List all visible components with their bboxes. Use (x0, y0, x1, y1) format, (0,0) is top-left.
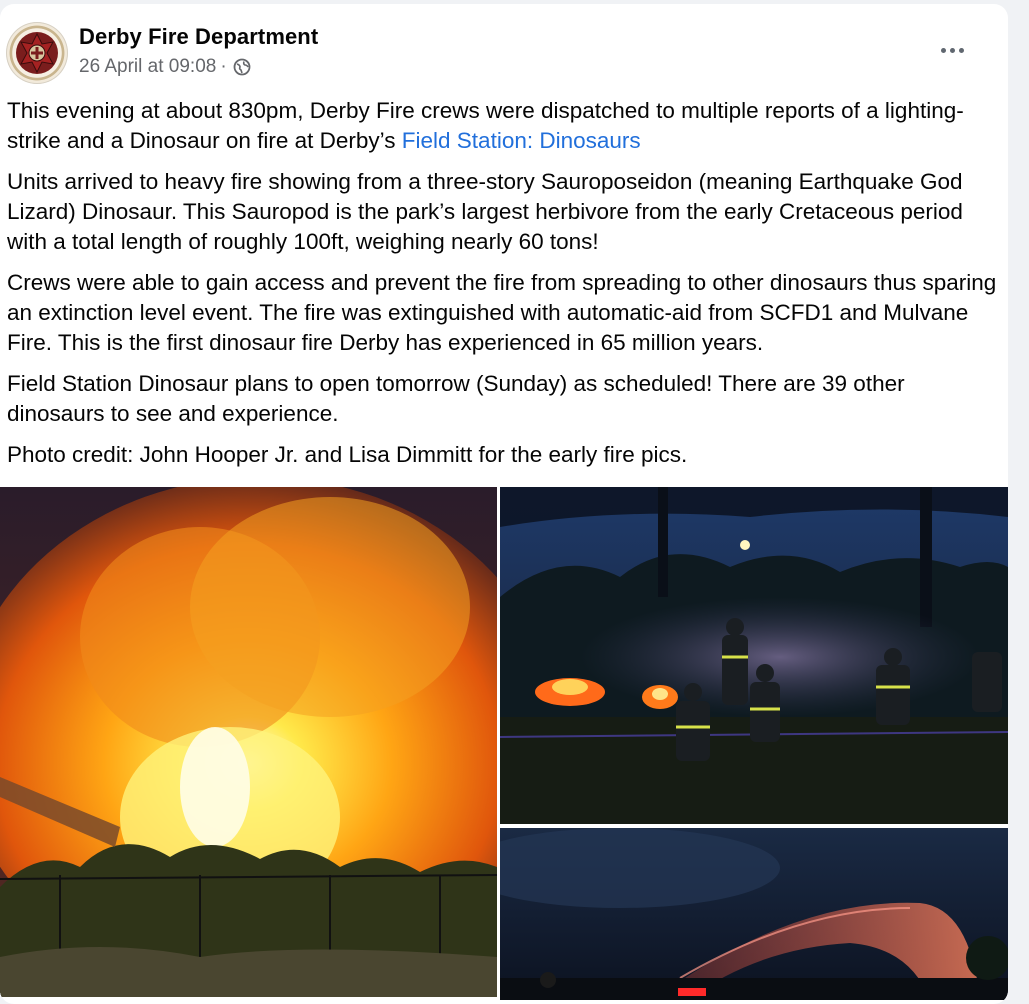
post-timestamp[interactable]: 26 April at 09:08 (79, 56, 216, 78)
meta-separator: · (220, 56, 227, 77)
more-options-icon[interactable] (934, 38, 970, 62)
post-header: Derby Fire Department 26 April at 09:08 … (6, 22, 996, 86)
post-card: Derby Fire Department 26 April at 09:08 … (0, 4, 1008, 1004)
post-paragraph-4: Field Station Dinosaur plans to open tom… (7, 371, 905, 426)
fire-department-emblem-icon (16, 32, 58, 74)
globe-icon (233, 58, 251, 76)
post-paragraph-2: Units arrived to heavy fire showing from… (7, 169, 963, 254)
post-meta: 26 April at 09:08 · (79, 56, 251, 78)
post-paragraph-5: Photo credit: John Hooper Jr. and Lisa D… (7, 442, 688, 467)
page-name-link[interactable]: Derby Fire Department (79, 24, 318, 50)
post-paragraph-3: Crews were able to gain access and preve… (7, 270, 997, 355)
photo-grid (0, 487, 1008, 1000)
photo-hose-spray[interactable] (500, 828, 1008, 1000)
page-avatar[interactable] (6, 22, 68, 84)
post-paragraph-1: This evening at about 830pm, Derby Fire … (7, 96, 1002, 156)
photo-firefighters-night[interactable] (500, 487, 1008, 824)
post-message: This evening at about 830pm, Derby Fire … (7, 96, 1002, 481)
field-station-dinosaurs-link[interactable]: Field Station: Dinosaurs (402, 128, 641, 153)
photo-fire-large[interactable] (0, 487, 497, 997)
